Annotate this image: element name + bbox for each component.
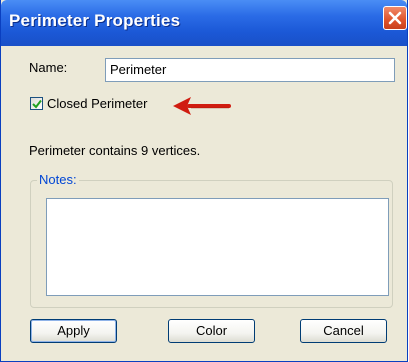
notes-group: Notes:	[30, 172, 393, 308]
vertex-count-text: Perimeter contains 9 vertices.	[29, 143, 201, 158]
closed-perimeter-checkbox[interactable]	[30, 97, 43, 110]
close-button[interactable]	[383, 6, 407, 30]
checkmark-icon	[32, 99, 42, 109]
close-icon	[388, 11, 402, 25]
title-bar[interactable]: Perimeter Properties	[1, 0, 407, 46]
apply-button[interactable]: Apply	[30, 319, 117, 343]
dialog-body: Name: Perimeter Closed Perimeter Perimet…	[7, 46, 401, 356]
name-input[interactable]: Perimeter	[105, 58, 395, 82]
notes-textarea[interactable]	[46, 198, 389, 296]
cancel-button[interactable]: Cancel	[300, 319, 387, 343]
perimeter-properties-dialog: Perimeter Properties Name: Perimeter Clo…	[0, 0, 408, 362]
color-button[interactable]: Color	[168, 319, 255, 343]
red-arrow-icon	[173, 97, 231, 115]
notes-label: Notes:	[37, 172, 79, 187]
closed-perimeter-label[interactable]: Closed Perimeter	[47, 96, 147, 111]
name-label: Name:	[29, 60, 68, 75]
window-title: Perimeter Properties	[9, 11, 181, 30]
